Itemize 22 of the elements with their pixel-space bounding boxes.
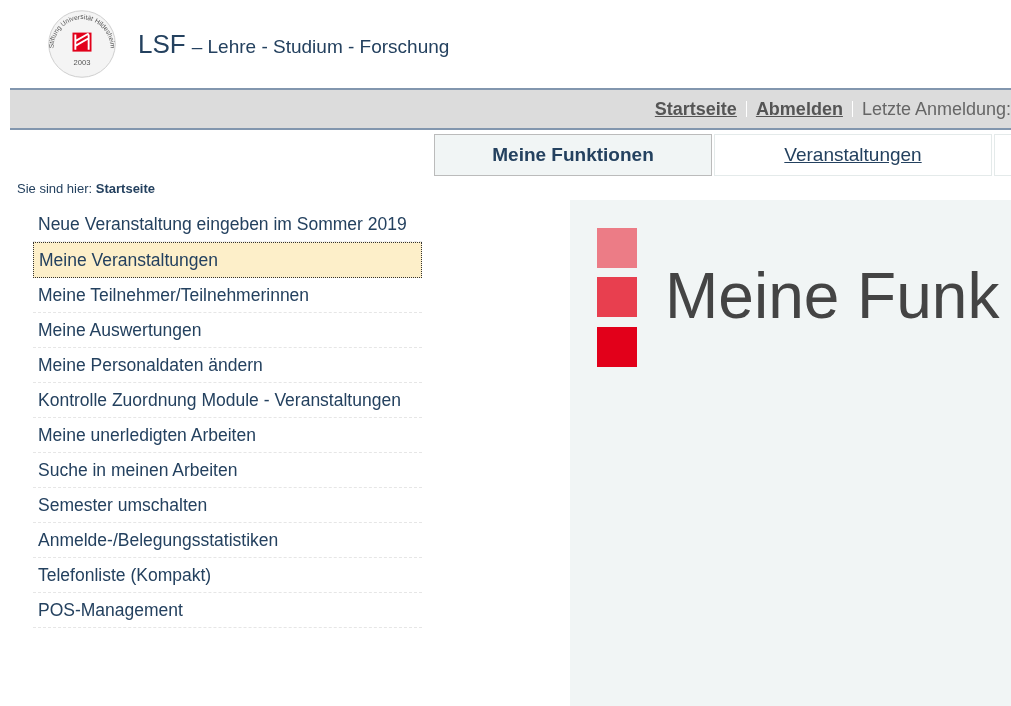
- menu-link[interactable]: Meine Veranstaltungen: [33, 241, 422, 278]
- top-bar-link[interactable]: Startseite: [654, 95, 737, 123]
- stacked-squares-icon: [597, 228, 637, 367]
- menu-link[interactable]: Meine unerledigten Arbeiten: [33, 417, 422, 453]
- last-login-label: Letzte Anmeldung:: [861, 97, 1011, 121]
- menu-link[interactable]: Meine Teilnehmer/Teilnehmerinnen: [33, 277, 422, 313]
- menu-link[interactable]: Meine Auswertungen: [33, 312, 422, 348]
- menu-link[interactable]: POS-Management: [33, 592, 422, 628]
- breadcrumb: Sie sind hier: Startseite: [17, 180, 157, 198]
- page-heading: Meine Funk: [665, 264, 1000, 334]
- menu-link[interactable]: Neue Veranstaltung eingeben im Sommer 2019: [33, 206, 422, 242]
- menu-link[interactable]: Kontrolle Zuordnung Module - Veranstaltungen: [33, 382, 422, 418]
- site-subtitle: – Lehre - Studium - Forschung: [191, 34, 450, 59]
- site-title: LSF: [138, 27, 186, 61]
- menu-link[interactable]: Telefonliste (Kompakt): [33, 557, 422, 593]
- nav-tab[interactable]: Meine Funktionen: [434, 134, 712, 176]
- menu-link[interactable]: Semester umschalten: [33, 487, 422, 523]
- menu-link[interactable]: Anmelde-/Belegungsstatistiken: [33, 522, 422, 558]
- nav-tab[interactable]: Veranstaltungen: [714, 134, 992, 176]
- menu-link[interactable]: Meine Personaldaten ändern: [33, 347, 422, 383]
- menu-link[interactable]: Suche in meinen Arbeiten: [33, 452, 422, 488]
- top-bar-link[interactable]: Abmelden: [755, 95, 843, 123]
